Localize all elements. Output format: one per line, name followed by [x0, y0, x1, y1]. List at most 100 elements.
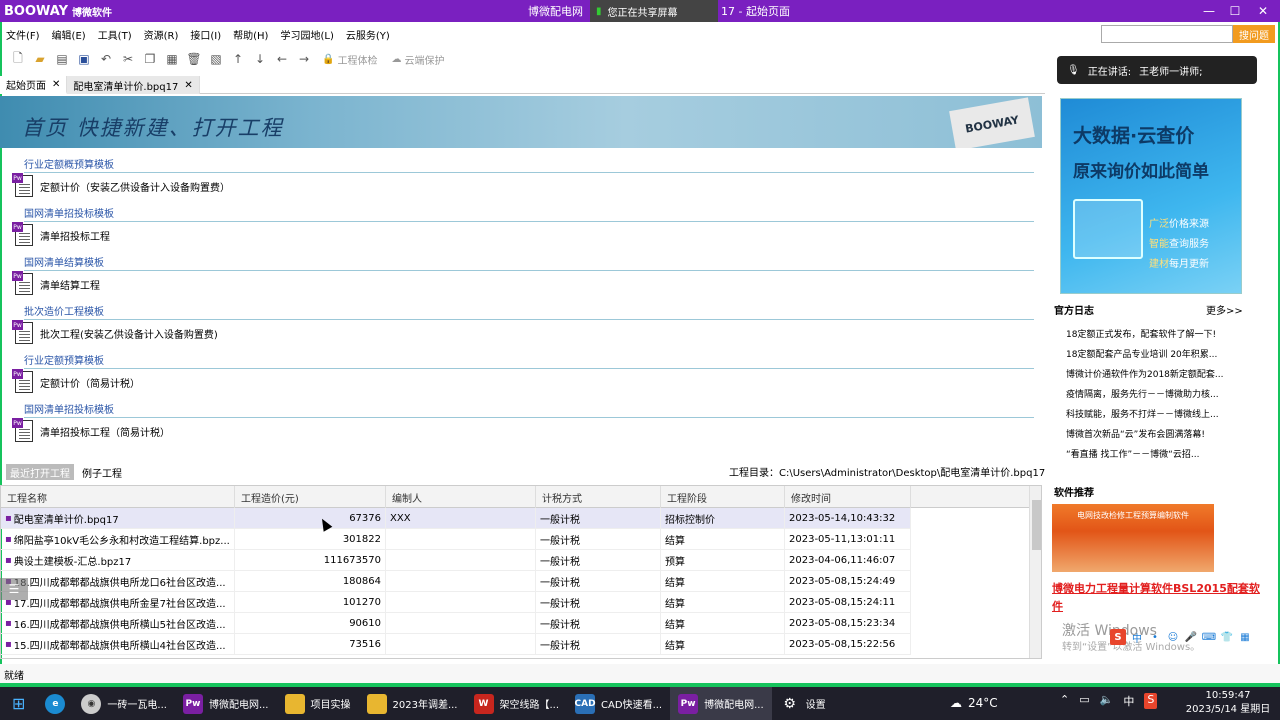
print-icon[interactable]: ▤	[52, 50, 72, 68]
template-item[interactable]: Pw 定额计价（安装乙供设备计入设备购置费）	[12, 173, 230, 199]
toolbox-icon[interactable]: ▦	[1238, 630, 1252, 644]
column-header[interactable]: 工程造价(元)	[235, 486, 386, 508]
table-cell-text: 301822	[342, 534, 381, 545]
sogou-tray-icon[interactable]: S	[1144, 693, 1158, 709]
start-button[interactable]: ⊞	[0, 687, 37, 720]
new-file-icon[interactable]: 🗋	[8, 50, 28, 68]
recommend-image[interactable]: 电网技改检修工程预算编制软件	[1052, 504, 1214, 572]
keyboard-icon[interactable]: ⌨	[1202, 630, 1216, 644]
weather-widget[interactable]: ☁ 24°C	[950, 696, 998, 710]
taskbar-app[interactable]: ◉ 一砖一瓦电...	[73, 687, 175, 720]
news-item[interactable]: 疫情隔离，服务先行－－博微助力核...	[1066, 387, 1244, 400]
taskbar-app[interactable]: W 架空线路【...	[466, 687, 568, 720]
tab-recent-projects[interactable]: 最近打开工程	[6, 464, 74, 480]
table-row[interactable]: ▪ 典设土建模板-汇总.bpz17 111673570 一般计税 预算 2023-04-0…	[1, 550, 911, 571]
clipboard-icon[interactable]: ▧	[206, 50, 226, 68]
recommend-link[interactable]: 博微电力工程量计算软件BSL2015配套软件	[1052, 580, 1262, 616]
arrow-left-icon[interactable]: ←	[272, 50, 292, 68]
screen-share-badge[interactable]: ▮ 您正在共享屏幕	[590, 0, 718, 22]
undo-icon[interactable]: ↶	[96, 50, 116, 68]
close-icon[interactable]: ✕	[184, 80, 192, 91]
taskbar-clock[interactable]: 10:59:47 2023/5/14 星期日	[1182, 689, 1274, 717]
arrow-down-icon[interactable]: ↓	[250, 50, 270, 68]
delete-icon[interactable]: 🗑	[184, 50, 204, 68]
column-header[interactable]: 编制人	[386, 486, 536, 508]
tab-project[interactable]: 配电室清单计价.bpq17 ✕	[67, 76, 200, 94]
table-cell: ▪ 15.四川成都郫都战旗供电所横山4社台区改造...	[1, 634, 235, 655]
news-item[interactable]: 博微首次新品“云”发布会圆满落幕!	[1066, 427, 1244, 440]
menu-tools[interactable]: 工具(T)	[92, 27, 138, 42]
emoji-icon[interactable]: ☺	[1166, 630, 1180, 644]
list-icon[interactable]: ☰	[0, 578, 28, 600]
taskbar-app[interactable]: CAD CAD快速看...	[567, 687, 670, 720]
taskbar-app[interactable]: 2023年调差...	[359, 687, 466, 720]
news-item[interactable]: “看直播 找工作”－－博微“云招...	[1066, 447, 1244, 460]
weather-temp: 24°C	[968, 696, 998, 710]
search-input[interactable]	[1101, 25, 1233, 43]
copy-icon[interactable]: ❐	[140, 50, 160, 68]
tray-lang[interactable]: 中	[1123, 693, 1134, 709]
taskbar-app[interactable]: 项目实操	[277, 687, 359, 720]
project-file-icon: ▪	[5, 618, 12, 629]
search-button[interactable]: 搜问题	[1233, 25, 1275, 43]
table-row[interactable]: ▪ 配电室清单计价.bpq17 67376 XXX 一般计税 招标控制价 2023-05-1…	[1, 508, 911, 529]
close-icon[interactable]: ✕	[52, 79, 60, 90]
menu-learning[interactable]: 学习园地(L)	[274, 27, 339, 42]
menu-edit[interactable]: 编辑(E)	[46, 27, 92, 42]
news-item[interactable]: 博微计价通软件作为2018新定额配套...	[1066, 367, 1244, 380]
news-item[interactable]: 18定额配套产品专业培训 20年积累...	[1066, 347, 1244, 360]
save-icon[interactable]: ▣	[74, 50, 94, 68]
taskbar-app[interactable]: ⚙ 设置	[772, 687, 834, 720]
arrow-right-icon[interactable]: →	[294, 50, 314, 68]
voice-icon[interactable]: 🎤	[1184, 630, 1198, 644]
cloud-price-ad[interactable]: 大数据·云查价 原来询价如此简单 广泛价格来源 智能查询服务 建材每月更新	[1060, 98, 1242, 294]
cut-icon[interactable]: ✂	[118, 50, 138, 68]
template-item[interactable]: Pw 定额计价（简易计税）	[12, 369, 140, 395]
sogou-ime-icon[interactable]: S	[1110, 629, 1126, 645]
tab-example-projects[interactable]: 例子工程	[78, 464, 126, 480]
column-header[interactable]: 计税方式	[536, 486, 661, 508]
news-more-link[interactable]: 更多>>	[1206, 302, 1243, 317]
news-item[interactable]: 18定额正式发布，配套软件了解一下!	[1066, 327, 1244, 340]
column-header[interactable]: 工程名称	[1, 486, 235, 508]
taskbar-app-active[interactable]: Pw 博微配电网...	[670, 687, 772, 720]
table-cell-text: 预算	[665, 557, 685, 568]
cloud-protect-button[interactable]: ☁ 云端保护	[385, 52, 450, 67]
column-header[interactable]: 修改时间	[785, 486, 911, 508]
ime-lang-icon[interactable]: 中	[1130, 630, 1144, 645]
menu-file[interactable]: 文件(F)	[0, 27, 46, 42]
menu-cloud[interactable]: 云服务(Y)	[340, 27, 396, 42]
network-icon[interactable]: ▭	[1079, 693, 1089, 709]
scrollbar-thumb[interactable]	[1032, 500, 1041, 550]
edge-button[interactable]: e	[37, 687, 73, 720]
open-folder-icon[interactable]: ▰	[30, 50, 50, 68]
table-scrollbar[interactable]	[1029, 486, 1041, 658]
news-item[interactable]: 科技赋能，服务不打烊－－博微线上...	[1066, 407, 1244, 420]
table-cell-text: 180864	[342, 576, 381, 587]
menu-interface[interactable]: 接口(I)	[184, 27, 227, 42]
table-row[interactable]: ▪18.四川成都郫都战旗供电所龙口6社台区改造... 180864 一般计税 结算 20…	[1, 571, 911, 592]
template-item[interactable]: Pw 清单招投标工程（简易计税）	[12, 418, 170, 444]
table-row[interactable]: ▪ 16.四川成都郫都战旗供电所横山5社台区改造... 90610 一般计税 结算 202…	[1, 613, 911, 634]
table-row[interactable]: ▪ 17.四川成都郫都战旗供电所金星7社台区改造... 101270 一般计税 结算 20…	[1, 592, 911, 613]
chevron-up-icon[interactable]: ⌃	[1060, 693, 1069, 709]
column-header[interactable]: 工程阶段	[661, 486, 785, 508]
skin-icon[interactable]: 👕	[1220, 630, 1234, 644]
table-cell: 2023-05-08,15:24:11	[785, 592, 911, 613]
menu-help[interactable]: 帮助(H)	[227, 27, 274, 42]
volume-icon[interactable]: 🔈	[1100, 693, 1114, 709]
close-button[interactable]: ✕	[1246, 0, 1280, 22]
table-row[interactable]: ▪ 15.四川成都郫都战旗供电所横山4社台区改造... 73516 一般计税 结算 202…	[1, 634, 911, 655]
tab-start-page[interactable]: 起始页面 ✕	[0, 76, 68, 94]
punctuation-icon[interactable]: •	[1148, 630, 1162, 644]
template-item[interactable]: Pw 清单结算工程	[12, 271, 100, 297]
paste-icon[interactable]: ▦	[162, 50, 182, 68]
edge-icon: e	[45, 693, 66, 714]
table-row[interactable]: ▪ 绵阳盐亭10kV毛公乡永和村改造工程结算.bpz... 301822 一般计税 结算…	[1, 529, 911, 550]
taskbar-app[interactable]: Pw 博微配电网...	[175, 687, 277, 720]
template-item[interactable]: Pw 清单招投标工程	[12, 222, 110, 248]
menu-resources[interactable]: 资源(R)	[138, 27, 185, 42]
project-check-button[interactable]: 🔒 工程体检	[316, 52, 383, 67]
arrow-up-icon[interactable]: ↑	[228, 50, 248, 68]
template-item[interactable]: Pw 批次工程(安装乙供设备计入设备购置费)	[12, 320, 218, 346]
